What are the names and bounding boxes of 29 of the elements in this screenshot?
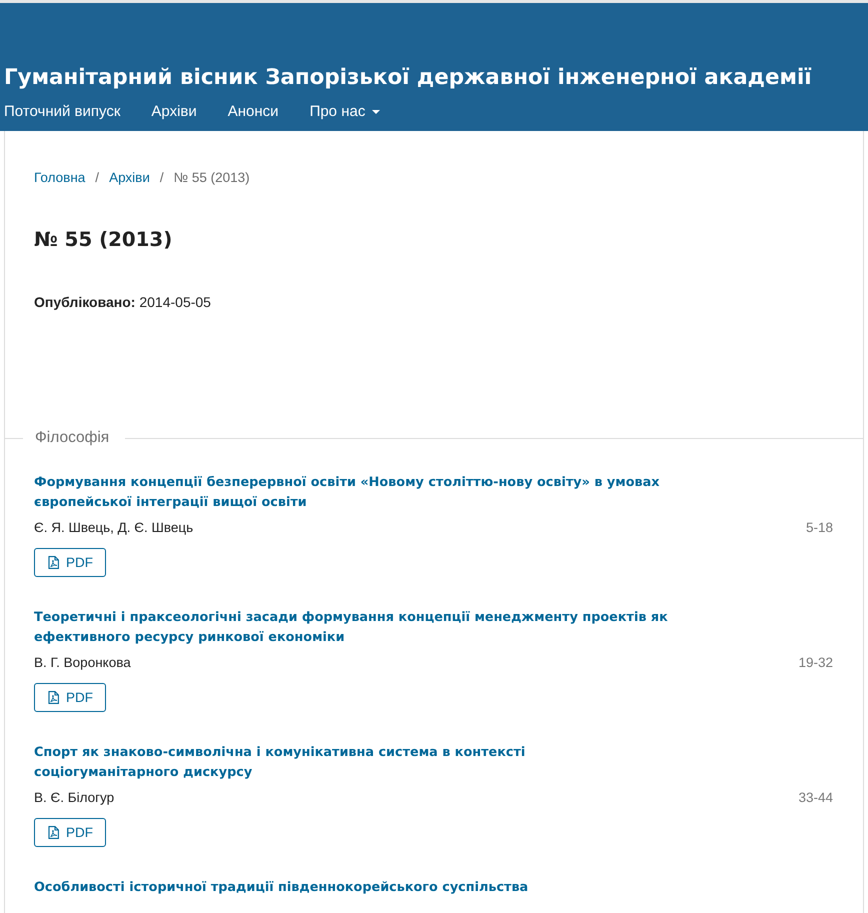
article-pages: 19-32 xyxy=(798,654,833,672)
published-date: Опубліковано: 2014-05-05 xyxy=(34,293,212,312)
pdf-file-icon xyxy=(48,556,59,569)
pdf-file-icon xyxy=(48,691,59,704)
nav-link[interactable]: Поточний випуск xyxy=(4,102,120,122)
article-authors: В. Є. Білогур xyxy=(34,789,114,807)
article-title-link[interactable]: Формування концепції безперервної освіти «Новому століттю-нову освіту» в умовах європейської інтеграції вищої освіти xyxy=(34,473,670,513)
breadcrumb-link[interactable]: Архіви xyxy=(109,169,150,187)
pdf-button[interactable]: PDF xyxy=(34,548,106,577)
article-title-link[interactable]: Особливості історичної традиції південнокорейського суспільства xyxy=(34,878,528,898)
breadcrumb-link[interactable]: Головна xyxy=(34,169,86,187)
journal-title: Гуманітарний вісник Запорізької державної інженерної академії xyxy=(4,64,813,92)
pdf-button[interactable]: PDF xyxy=(34,818,106,847)
breadcrumb-separator: / xyxy=(95,169,100,187)
article-title-link[interactable]: Спорт як знаково-символічна і комунікативна система в контексті соціогуманітарного дискурсу xyxy=(34,743,670,783)
section-heading: Філософія xyxy=(35,428,110,448)
article-pages: 33-44 xyxy=(798,789,833,807)
pdf-button[interactable]: PDF xyxy=(34,683,106,712)
nav-link[interactable]: Архіви xyxy=(151,102,197,122)
pdf-file-icon xyxy=(48,826,59,839)
nav-link[interactable]: Анонси xyxy=(228,102,279,122)
article-pages: 5-18 xyxy=(806,519,833,537)
nav-link[interactable]: Про нас xyxy=(310,102,380,122)
article-title-link[interactable]: Теоретичні і праксеологічні засади формування концепції менеджменту проектів як ефективного ресурсу ринкової економіки xyxy=(34,608,670,648)
breadcrumb-current-page: № 55 (2013) xyxy=(174,169,250,187)
article-authors: Є. Я. Швець, Д. Є. Швець xyxy=(34,519,194,537)
article-authors: В. Г. Воронкова xyxy=(34,654,131,672)
issue-title: № 55 (2013) xyxy=(34,227,174,253)
breadcrumb-separator: / xyxy=(160,169,164,187)
